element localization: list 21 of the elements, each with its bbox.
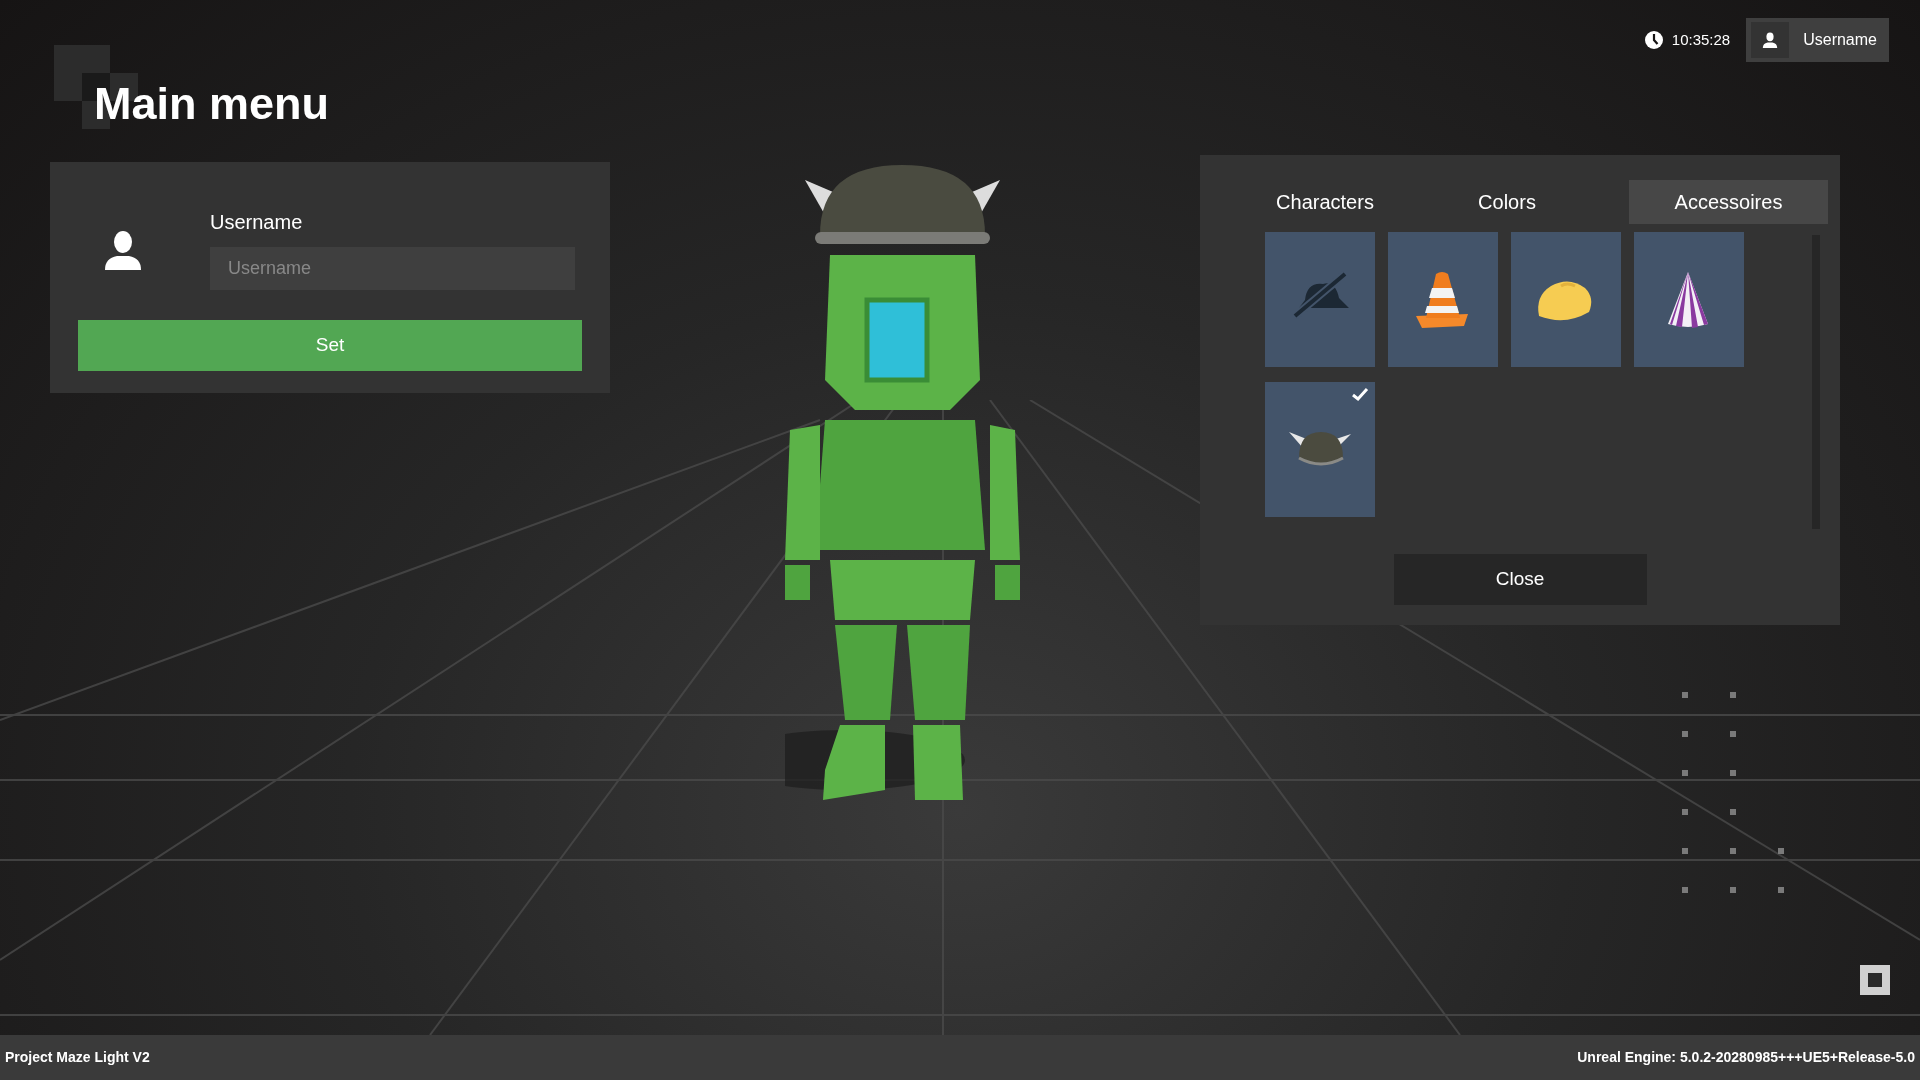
accessory-tile[interactable] [1634,232,1744,367]
checkmark-icon [1351,387,1369,402]
accessory-tile[interactable] [1265,232,1375,367]
user-button[interactable]: Username [1746,18,1889,62]
clock-icon [1643,30,1664,50]
square-icon [1860,965,1890,995]
username-field[interactable]: Username [210,247,575,290]
tab[interactable]: Characters [1265,180,1385,224]
accessory-tile[interactable] [1388,232,1498,367]
project-name: Project Maze Light V2 [5,1048,150,1067]
tab[interactable]: Colors [1447,180,1567,224]
user-icon [103,230,143,270]
accessory-tile[interactable] [1265,382,1375,517]
page-title: Main menu [94,81,330,126]
accessory-tile[interactable] [1511,232,1621,367]
close-button[interactable]: Close [1393,554,1647,605]
user-icon [1762,32,1779,48]
engine-version: Unreal Engine: 5.0.2-20280985+++UE5+Release-5.0 [1577,1048,1915,1067]
clock-time: 10:35:28 [1671,29,1731,50]
username-label: Username [210,212,303,232]
tab[interactable]: Accessoires [1629,180,1828,224]
